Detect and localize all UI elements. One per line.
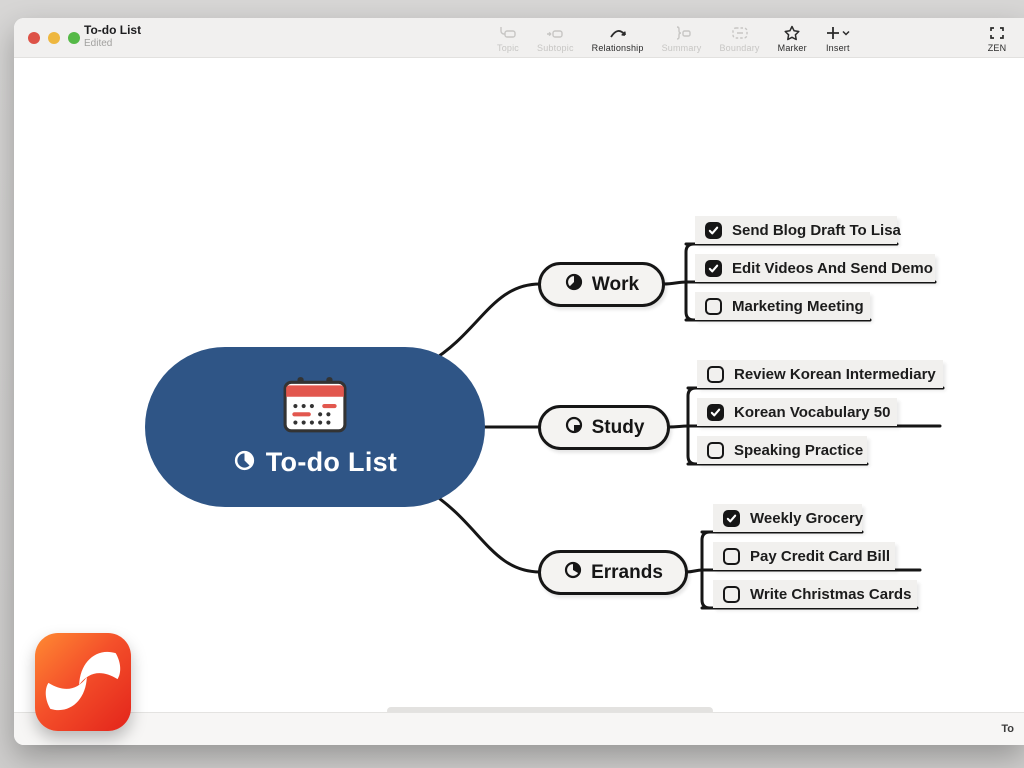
relationship-button[interactable]: Relationship [583, 21, 653, 56]
toolbar: Topic Subtopic Relationship Summary Boun… [488, 21, 860, 56]
close-button[interactable] [28, 32, 40, 44]
task-review-korean[interactable]: Review Korean Intermediary [697, 360, 943, 388]
task-label: Edit Videos And Send Demo [732, 260, 933, 277]
marker-button[interactable]: Marker [769, 21, 816, 56]
task-label: Pay Credit Card Bill [750, 548, 890, 565]
task-progress-icon [563, 560, 583, 585]
branch-label: Work [592, 274, 639, 296]
sheet-tab-label[interactable]: To [1001, 723, 1014, 735]
insert-plus-icon [825, 24, 851, 42]
checkbox-icon[interactable] [723, 548, 740, 565]
topic-label: Topic [497, 43, 519, 53]
task-speaking-practice[interactable]: Speaking Practice [697, 436, 867, 464]
task-label: Korean Vocabulary 50 [734, 404, 890, 421]
traffic-lights [28, 32, 80, 44]
summary-button[interactable]: Summary [653, 21, 711, 56]
topic-icon [498, 24, 518, 42]
xmind-logo-mark [35, 633, 131, 729]
checkbox-icon[interactable] [723, 510, 740, 527]
zen-icon [987, 24, 1007, 42]
branch-label: Errands [591, 562, 663, 584]
insert-button[interactable]: Insert [816, 21, 860, 56]
branch-errands[interactable]: Errands [538, 550, 688, 595]
summary-icon [672, 24, 692, 42]
zoom-button[interactable] [68, 32, 80, 44]
marker-star-icon [782, 24, 802, 42]
checkbox-icon[interactable] [705, 298, 722, 315]
document-title: To-do List [84, 24, 141, 38]
task-weekly-grocery[interactable]: Weekly Grocery [713, 504, 862, 532]
boundary-label: Boundary [719, 43, 759, 53]
zen-mode-button[interactable]: ZEN [978, 21, 1016, 56]
subtopic-button[interactable]: Subtopic [528, 21, 583, 56]
subtopic-label: Subtopic [537, 43, 574, 53]
task-edit-videos[interactable]: Edit Videos And Send Demo [695, 254, 935, 282]
task-korean-vocabulary[interactable]: Korean Vocabulary 50 [697, 398, 897, 426]
zen-label: ZEN [988, 43, 1007, 53]
relationship-label: Relationship [592, 43, 644, 53]
checkbox-icon[interactable] [707, 366, 724, 383]
calendar-icon [282, 376, 348, 439]
statusbar: To [14, 712, 1024, 745]
document-status: Edited [84, 38, 141, 50]
task-pay-credit-card[interactable]: Pay Credit Card Bill [713, 542, 895, 570]
task-send-blog-draft[interactable]: Send Blog Draft To Lisa [695, 216, 897, 244]
checkbox-icon[interactable] [705, 222, 722, 239]
relationship-icon [607, 24, 629, 42]
central-topic-label: To-do List [266, 447, 397, 478]
branch-study[interactable]: Study [538, 405, 670, 450]
task-label: Speaking Practice [734, 442, 863, 459]
task-progress-icon [564, 415, 584, 440]
xmind-logo[interactable] [35, 633, 131, 731]
titlebar: To-do List Edited Topic Subtopic Relatio… [14, 18, 1024, 58]
boundary-icon [730, 24, 750, 42]
boundary-button[interactable]: Boundary [710, 21, 768, 56]
topic-button[interactable]: Topic [488, 21, 528, 56]
document-title-block: To-do List Edited [84, 24, 141, 49]
task-label: Send Blog Draft To Lisa [732, 222, 901, 239]
task-label: Marketing Meeting [732, 298, 864, 315]
checkbox-icon[interactable] [723, 586, 740, 603]
task-progress-icon [233, 449, 256, 477]
task-write-christmas-cards[interactable]: Write Christmas Cards [713, 580, 917, 608]
checkbox-icon[interactable] [705, 260, 722, 277]
branch-label: Study [592, 417, 645, 439]
task-label: Write Christmas Cards [750, 586, 911, 603]
branch-work[interactable]: Work [538, 262, 665, 307]
task-label: Review Korean Intermediary [734, 366, 936, 383]
subtopic-icon [545, 24, 565, 42]
checkbox-icon[interactable] [707, 442, 724, 459]
insert-label: Insert [826, 43, 850, 53]
summary-label: Summary [662, 43, 702, 53]
checkbox-icon[interactable] [707, 404, 724, 421]
task-progress-icon [564, 272, 584, 297]
task-label: Weekly Grocery [750, 510, 863, 527]
central-topic[interactable]: To-do List [145, 347, 485, 507]
task-marketing-meeting[interactable]: Marketing Meeting [695, 292, 870, 320]
minimize-button[interactable] [48, 32, 60, 44]
marker-label: Marker [778, 43, 807, 53]
